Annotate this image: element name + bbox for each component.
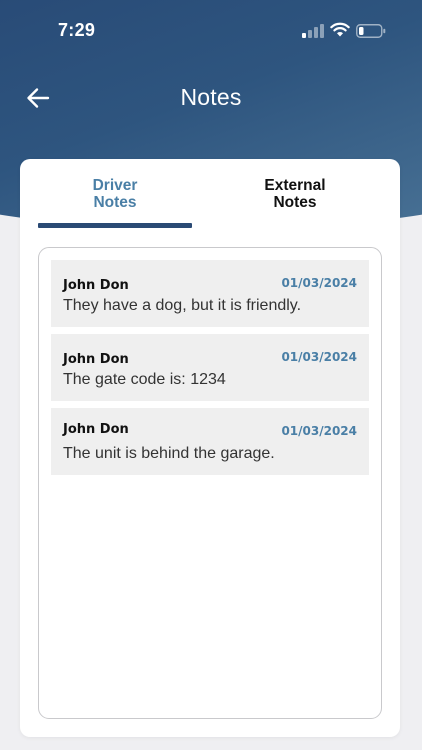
tab-bar: Driver Notes External Notes xyxy=(38,177,382,229)
tab-driver-notes[interactable]: Driver Notes xyxy=(38,177,192,229)
notes-card: Driver Notes External Notes John Don 01/… xyxy=(20,159,400,737)
note-author: John Don xyxy=(63,422,129,437)
battery-icon xyxy=(356,24,386,38)
tab-external-notes[interactable]: External Notes xyxy=(218,177,372,229)
status-bar: 7:29 xyxy=(0,0,422,60)
page-title: Notes xyxy=(180,84,242,110)
wifi-icon xyxy=(330,22,350,37)
tab-external-notes-line1: External xyxy=(264,177,326,194)
notes-list: John Don 01/03/2024 They have a dog, but… xyxy=(51,260,369,482)
note-text: The unit is behind the garage. xyxy=(63,445,275,462)
notes-list-container[interactable]: John Don 01/03/2024 They have a dog, but… xyxy=(38,247,382,719)
active-tab-indicator xyxy=(38,223,192,228)
note-date: 01/03/2024 xyxy=(281,424,357,438)
status-time: 7:29 xyxy=(58,20,96,40)
note-date: 01/03/2024 xyxy=(281,350,357,364)
note-text: The gate code is: 1234 xyxy=(63,371,226,388)
tab-driver-notes-line1: Driver xyxy=(92,177,138,194)
note-date: 01/03/2024 xyxy=(281,276,357,290)
note-item[interactable]: John Don 01/03/2024 They have a dog, but… xyxy=(51,260,369,327)
note-item[interactable]: John Don 01/03/2024 The unit is behind t… xyxy=(51,408,369,475)
note-author: John Don xyxy=(63,278,129,293)
signal-icon xyxy=(302,24,324,38)
notes-screen: 7:29 Notes Driver Notes External Notes J… xyxy=(0,0,422,750)
note-item[interactable]: John Don 01/03/2024 The gate code is: 12… xyxy=(51,334,369,401)
note-author: John Don xyxy=(63,352,129,367)
note-text: They have a dog, but it is friendly. xyxy=(63,297,302,314)
tab-driver-notes-line2: Notes xyxy=(93,194,137,211)
tab-external-notes-line2: Notes xyxy=(273,194,317,211)
